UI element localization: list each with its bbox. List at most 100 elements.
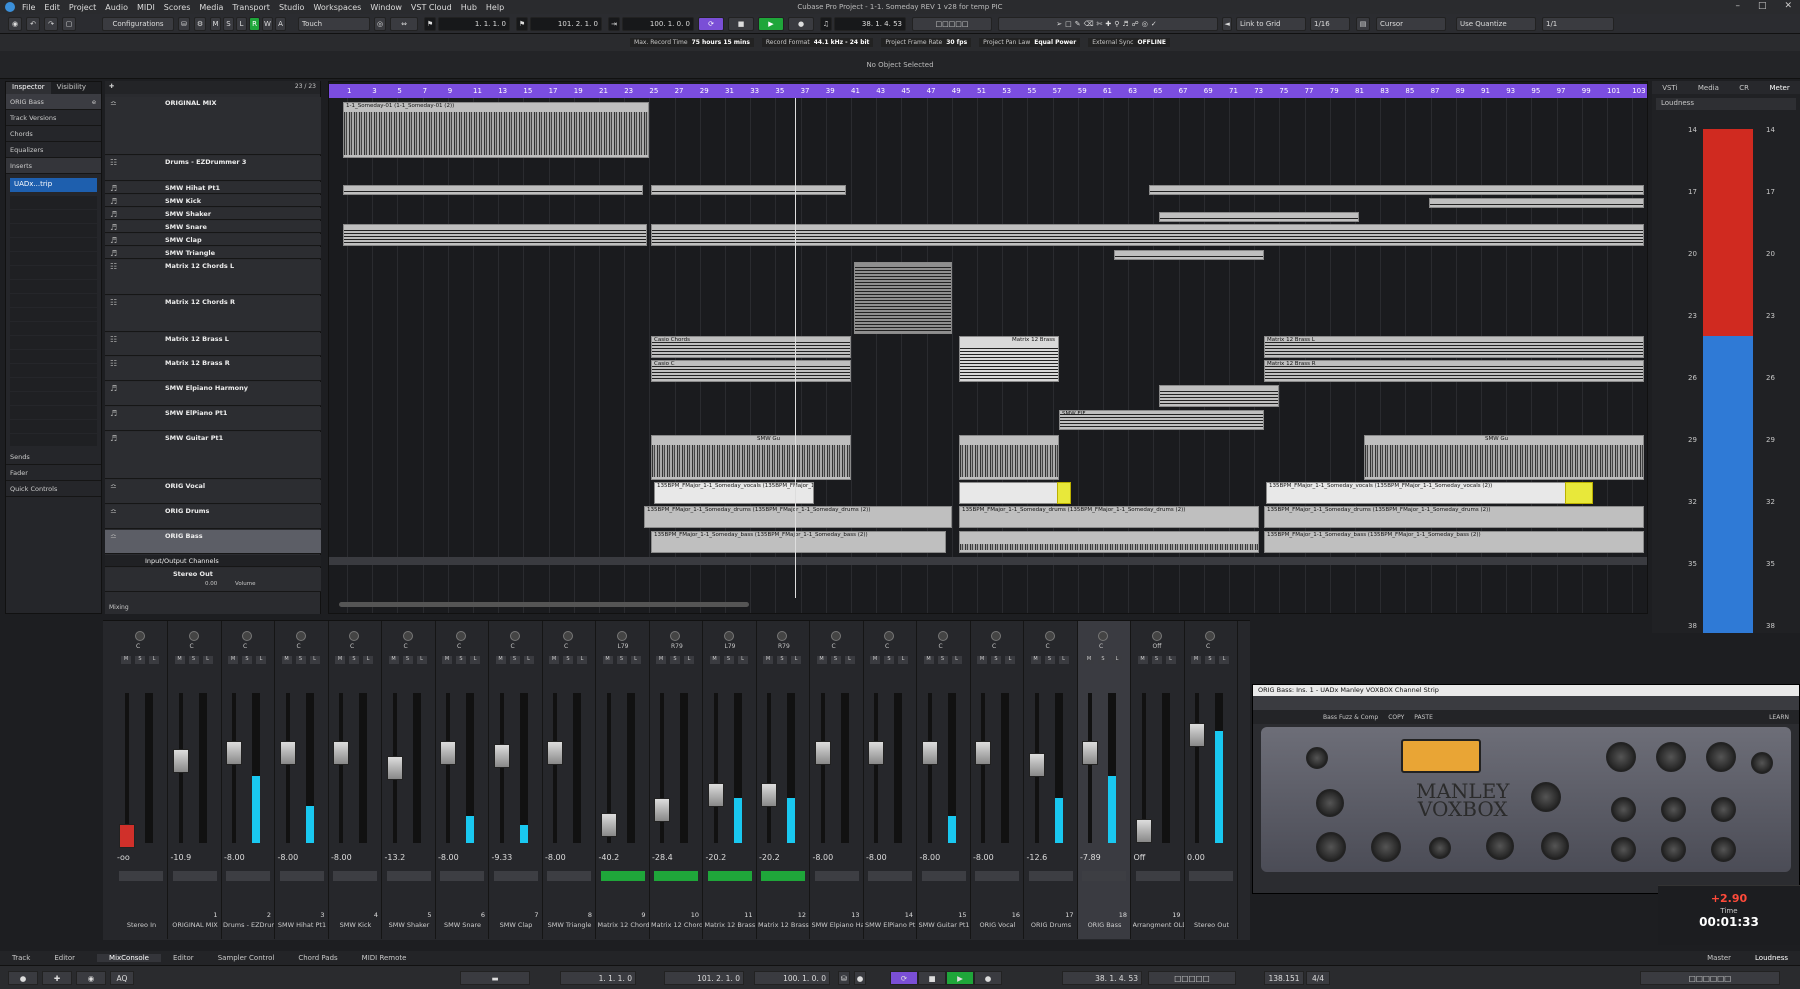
menu-help[interactable]: Help — [486, 3, 504, 12]
pan-knob[interactable] — [616, 631, 627, 641]
listen-button[interactable]: L — [470, 656, 480, 664]
midi-part[interactable] — [343, 185, 643, 195]
solo-button[interactable]: S — [991, 656, 1001, 664]
menu-window[interactable]: Window — [370, 3, 402, 12]
volume-value[interactable]: -9.33 — [492, 853, 513, 862]
aq-button[interactable]: AQ — [110, 971, 134, 985]
read-write-buttons[interactable] — [279, 871, 324, 881]
volume-value[interactable]: -8.00 — [278, 853, 299, 862]
channel-name[interactable]: Drums - EZDrummer 3 — [223, 921, 274, 929]
pan-knob[interactable] — [242, 631, 252, 641]
volume-fader[interactable] — [119, 823, 135, 848]
channel-strip[interactable]: L79 MSL -40.2 9 Matrix 12 Chords L — [597, 621, 650, 939]
copy-button[interactable]: COPY — [1388, 714, 1404, 721]
solo-button[interactable]: S — [937, 656, 948, 664]
solo-button[interactable]: S — [402, 656, 413, 664]
midi-part[interactable] — [651, 224, 1644, 246]
tab-track[interactable]: Track — [0, 954, 42, 962]
mute-button[interactable]: M — [1137, 656, 1148, 664]
midi-part[interactable]: Casio C — [651, 360, 851, 382]
pan-knob[interactable] — [349, 631, 359, 641]
low-peak-knob[interactable] — [1611, 797, 1636, 822]
menu-transport[interactable]: Transport — [232, 3, 270, 12]
eq-freq-knob-2[interactable] — [1661, 837, 1686, 862]
preroll-slider[interactable]: ▬ — [460, 971, 530, 985]
pan-knob[interactable] — [563, 631, 573, 641]
channel-name[interactable]: SMW Elpiano Harmony — [812, 921, 863, 929]
inspector-inserts[interactable]: Inserts — [6, 158, 101, 174]
channel-strip[interactable]: C M S L -8.00 15 SMW Guitar Pt1 — [918, 621, 971, 939]
midi-part[interactable] — [1429, 198, 1644, 208]
channel-strip[interactable]: C M S L -7.89 18 ORIG Bass — [1078, 621, 1131, 939]
project-window[interactable]: 1 3 5 7 9 11 13 15 17 19 21 23 25 27 29 31 33 35 37 39 41 43 4… — [328, 81, 1648, 614]
channel-name[interactable]: SMW Clap — [491, 921, 542, 929]
audio-event[interactable]: 1-1_Someday-01 (1-1_Someday-01 (2)) — [343, 102, 649, 158]
pan-knob[interactable] — [1151, 631, 1162, 641]
punch-display[interactable]: 100. 1. 0. 0 — [622, 17, 694, 31]
menu-studio[interactable]: Studio — [279, 3, 304, 12]
menu-media[interactable]: Media — [199, 3, 223, 12]
listen-button[interactable]: L — [1219, 656, 1229, 664]
track-row[interactable]: ♬ SMW Shaker — [105, 208, 321, 220]
snap-icon[interactable]: ◄ — [1222, 17, 1232, 31]
listen-button[interactable]: L — [684, 656, 694, 664]
pan-knob[interactable] — [456, 631, 466, 641]
volume-fader[interactable] — [814, 741, 831, 765]
right-locator-flag-icon[interactable]: ⚑ — [516, 17, 528, 31]
status-external-sync[interactable]: External Sync OFFLINE — [1088, 38, 1170, 47]
midi-part[interactable] — [651, 185, 846, 195]
pan-knob[interactable] — [402, 631, 413, 641]
lock-icon[interactable]: ⛁ — [838, 971, 850, 985]
channel-strip[interactable]: C M S L -oo Stereo In — [115, 621, 168, 939]
track-row[interactable]: ≏ ORIGINAL MIX — [105, 97, 321, 155]
pan-knob[interactable] — [509, 631, 520, 641]
channel-strip[interactable]: C M S L -8.00 8 SMW Triangle — [543, 621, 596, 939]
midi-part[interactable]: SMW ElF — [1059, 410, 1264, 430]
track-row[interactable]: ♬ SMW Elpiano Harmony — [105, 382, 321, 406]
io-folder-row[interactable]: Input/Output Channels — [105, 555, 321, 567]
status-frame-rate[interactable]: Project Frame Rate 30 fps — [881, 38, 972, 47]
mute-button[interactable]: M — [816, 656, 827, 664]
grid-value-dropdown[interactable]: 1/16 — [1310, 17, 1350, 31]
eq-freq-knob-1[interactable] — [1611, 837, 1636, 862]
solo-button[interactable]: S — [242, 656, 252, 664]
metronome-icon[interactable]: ♫ — [820, 17, 832, 31]
inspector-equalizers[interactable]: Equalizers — [6, 142, 101, 158]
mute-button[interactable]: M — [602, 656, 613, 664]
listen-button[interactable]: L — [1165, 656, 1176, 664]
automation-mode-dropdown[interactable]: Touch — [298, 17, 370, 31]
midi-part[interactable]: Casio Chords — [651, 336, 851, 358]
transport-tools[interactable]: □□□□□□ — [1640, 971, 1780, 985]
mute-mode-button[interactable]: M — [210, 17, 221, 31]
tab-meter[interactable]: Meter — [1769, 84, 1789, 92]
channel-name[interactable]: SMW Shaker — [384, 921, 435, 929]
tab-midi-remote[interactable]: MIDI Remote — [350, 954, 419, 962]
punch-display[interactable]: 100. 1. 0. 0 — [754, 971, 830, 985]
track-row[interactable]: ♬ SMW ElPiano Pt1 — [105, 407, 321, 431]
read-write-buttons[interactable] — [761, 871, 805, 881]
listen-button[interactable]: L — [309, 656, 320, 664]
power-knob[interactable] — [1306, 747, 1328, 769]
channel-name[interactable]: SMW ElPiano Pt1 — [865, 921, 916, 929]
pan-knob[interactable] — [777, 631, 787, 641]
channel-name[interactable]: Stereo In — [116, 921, 167, 929]
record-mode-icon[interactable]: ● — [8, 971, 38, 985]
pan-knob[interactable] — [1098, 631, 1108, 641]
solo-button[interactable]: S — [1098, 656, 1108, 664]
preset-name[interactable]: Bass Fuzz & Comp — [1323, 714, 1378, 721]
solo-button[interactable]: S — [295, 656, 306, 664]
inspector-chords[interactable]: Chords — [6, 126, 101, 142]
listen-button[interactable]: L — [630, 656, 641, 664]
volume-fader[interactable] — [386, 756, 403, 780]
tab-cr[interactable]: CR — [1739, 84, 1749, 92]
volume-value[interactable]: -8.00 — [224, 853, 245, 862]
read-write-buttons[interactable] — [493, 871, 538, 881]
track-row[interactable]: ☷ Drums - EZDrummer 3 — [105, 156, 321, 181]
solo-button[interactable]: S — [563, 656, 573, 664]
volume-value[interactable]: 0.00 — [1187, 853, 1205, 862]
mute-button[interactable]: M — [174, 656, 185, 664]
channel-strip[interactable]: CMSL -8.00 2 Drums - EZDrummer 3 — [222, 621, 275, 939]
midi-part[interactable] — [343, 224, 647, 246]
tab-master[interactable]: Master — [1695, 954, 1743, 962]
midi-part[interactable]: Matrix 12 Brass L — [1264, 336, 1644, 358]
